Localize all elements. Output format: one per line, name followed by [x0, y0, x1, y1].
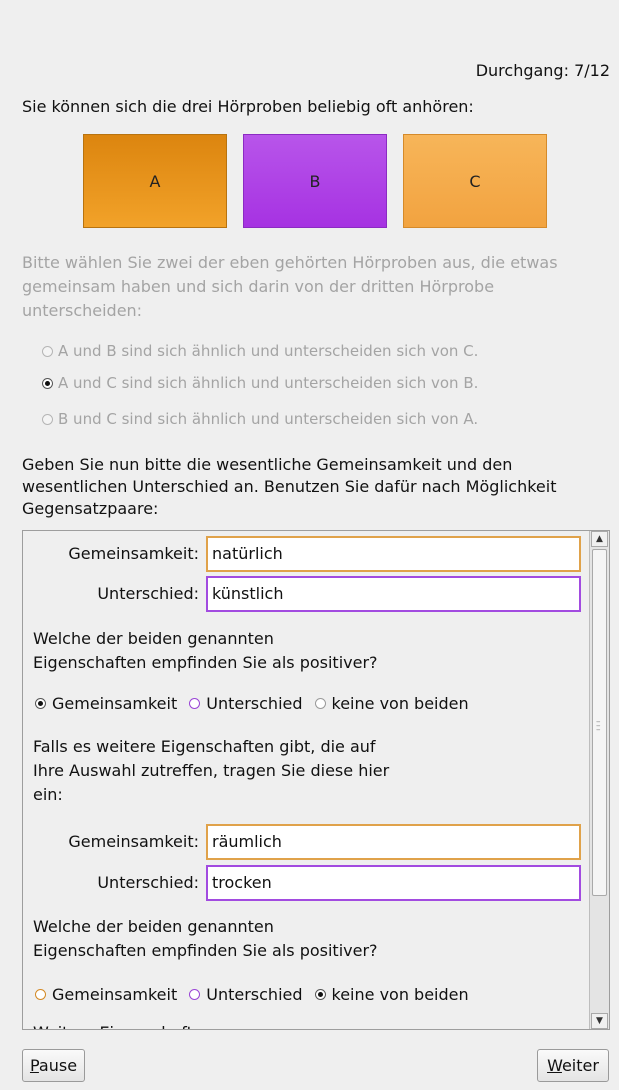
- diff-input-2[interactable]: trocken: [206, 865, 581, 901]
- common-label-2: Gemeinsamkeit:: [68, 832, 199, 851]
- scroll-down-icon[interactable]: ▼: [591, 1013, 608, 1029]
- cutoff-text: Weitere Eigenschaften: [33, 1021, 213, 1029]
- more-text-line2: Ihre Auswahl zutreffen, tragen Sie diese…: [33, 761, 390, 780]
- instructions-text: Geben Sie nun bitte die wesentliche Geme…: [22, 455, 557, 518]
- radio-diff-2[interactable]: Unterschied: [189, 985, 303, 1004]
- radio-option-bc[interactable]: B und C sind sich ähnlich und unterschei…: [42, 410, 478, 428]
- radio-ac-label: A und C sind sich ähnlich und unterschei…: [58, 374, 479, 392]
- sample-b-button[interactable]: B: [243, 134, 387, 228]
- radio-diff-2-icon[interactable]: [189, 989, 201, 1000]
- scrollbar-thumb[interactable]: – – –: [592, 549, 607, 896]
- grip-icon: – – –: [596, 717, 601, 735]
- radio-none-2-label: keine von beiden: [331, 985, 469, 1004]
- radio-common-1[interactable]: Gemeinsamkeit: [35, 694, 177, 713]
- common-input-2[interactable]: räumlich: [206, 824, 581, 860]
- positive-radio-group-1: Gemeinsamkeit Unterschied keine von beid…: [35, 694, 481, 713]
- radio-diff-1-label: Unterschied: [206, 694, 303, 713]
- next-button[interactable]: Weiter: [537, 1049, 609, 1082]
- radio-bc-label: B und C sind sich ähnlich und unterschei…: [58, 410, 479, 428]
- trial-counter: Durchgang: 7/12: [475, 61, 610, 80]
- sample-b-label: B: [309, 171, 321, 191]
- radio-option-ac[interactable]: A und C sind sich ähnlich und unterschei…: [42, 374, 478, 392]
- diff-label-2: Unterschied:: [97, 873, 199, 892]
- positive-question-1a: Welche der beiden genannten: [33, 629, 274, 648]
- more-text-line3: ein:: [33, 785, 63, 804]
- common-input-1[interactable]: natürlich: [206, 536, 581, 572]
- radio-ab-icon[interactable]: [42, 345, 53, 357]
- positive-radio-group-2: Gemeinsamkeit Unterschied keine von beid…: [35, 985, 481, 1004]
- radio-common-1-icon[interactable]: [35, 698, 46, 709]
- diff-input-1[interactable]: künstlich: [206, 576, 581, 612]
- next-label: Weiter: [547, 1056, 599, 1075]
- radio-none-1-label: keine von beiden: [331, 694, 469, 713]
- intro-text: Sie können sich die drei Hörproben belie…: [22, 97, 474, 116]
- sample-c-label: C: [469, 171, 481, 191]
- radio-bc-icon[interactable]: [42, 413, 53, 425]
- radio-option-ab[interactable]: A und B sind sich ähnlich und unterschei…: [42, 342, 478, 360]
- pause-label: Pause: [29, 1056, 78, 1075]
- sample-a-label: A: [149, 171, 161, 191]
- sample-a-button[interactable]: A: [83, 134, 227, 228]
- scroll-up-icon[interactable]: ▲: [591, 531, 608, 547]
- radio-common-2-label: Gemeinsamkeit: [52, 985, 178, 1004]
- radio-none-1[interactable]: keine von beiden: [314, 694, 469, 713]
- radio-diff-1-icon[interactable]: [189, 698, 201, 709]
- common-label-1: Gemeinsamkeit:: [68, 544, 199, 563]
- more-text-line1: Falls es weitere Eigenschaften gibt, die…: [33, 737, 376, 756]
- sample-c-button[interactable]: C: [403, 134, 547, 228]
- positive-question-2a: Welche der beiden genannten: [33, 917, 274, 936]
- positive-question-1b: Eigenschaften empfinden Sie als positive…: [33, 653, 378, 672]
- radio-diff-2-label: Unterschied: [206, 985, 303, 1004]
- pair-question: Bitte wählen Sie zwei der eben gehörten …: [22, 253, 558, 320]
- radio-none-2-icon[interactable]: [314, 989, 326, 1000]
- radio-none-1-icon[interactable]: [314, 698, 326, 709]
- radio-none-2[interactable]: keine von beiden: [314, 985, 469, 1004]
- radio-diff-1[interactable]: Unterschied: [189, 694, 303, 713]
- radio-ab-label: A und B sind sich ähnlich und unterschei…: [58, 342, 479, 360]
- properties-scroll-panel[interactable]: Gemeinsamkeit: natürlich Unterschied: kü…: [22, 530, 610, 1030]
- radio-common-2-icon[interactable]: [35, 989, 46, 1000]
- radio-common-1-label: Gemeinsamkeit: [52, 694, 178, 713]
- diff-label-1: Unterschied:: [97, 584, 199, 603]
- radio-common-2[interactable]: Gemeinsamkeit: [35, 985, 177, 1004]
- positive-question-2b: Eigenschaften empfinden Sie als positive…: [33, 941, 378, 960]
- vertical-scrollbar[interactable]: ▲ – – – ▼: [589, 531, 609, 1029]
- radio-ac-icon[interactable]: [42, 377, 53, 389]
- pause-button[interactable]: Pause: [22, 1049, 85, 1082]
